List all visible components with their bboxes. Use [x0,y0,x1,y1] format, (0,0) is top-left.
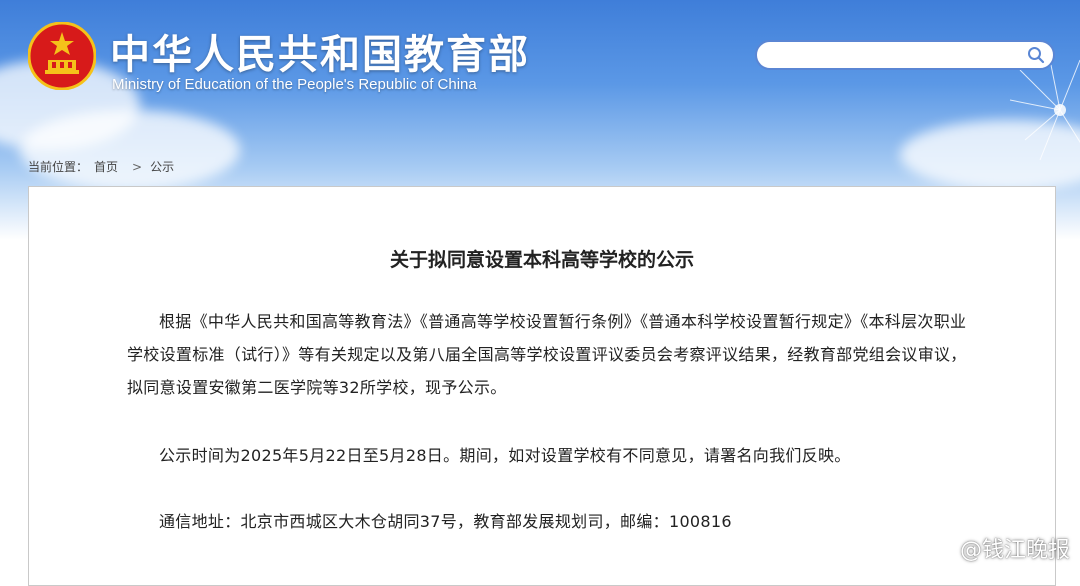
watermark: @钱江晚报 [918,532,1070,564]
site-subtitle: Ministry of Education of the People's Re… [112,76,477,93]
breadcrumb: 当前位置： 首页 > 公示 [28,158,180,175]
watermark-text: @钱江晚报 [959,538,1070,563]
breadcrumb-label: 当前位置： [28,160,89,174]
article-paragraph: 根据《中华人民共和国高等教育法》《普通高等学校设置暂行条例》《普通本科学校设置暂… [127,312,967,397]
breadcrumb-home-link[interactable]: 首页 [94,160,118,174]
search-input[interactable] [767,45,1021,67]
article-title: 关于拟同意设置本科高等学校的公示 [389,249,694,271]
weibo-icon [919,539,952,560]
breadcrumb-current: 公示 [150,160,175,174]
article-paragraph: 公示时间为2025年5月22日至5月28日。期间，如对设置学校有不同意见，请署名… [159,446,851,465]
site-title: 中华人民共和国教育部 [110,32,530,78]
search-box[interactable] [755,40,1055,70]
national-emblem-icon [28,22,96,90]
cloud-decoration [20,110,240,190]
search-icon[interactable] [1027,46,1045,64]
chevron-right-icon: > [132,160,143,174]
article-paragraph: 通信地址：北京市西城区大木仓胡同37号，教育部发展规划司，邮编：100816 [159,512,732,531]
article-panel: 关于拟同意设置本科高等学校的公示 根据《中华人民共和国高等教育法》《普通高等学校… [28,186,1056,586]
